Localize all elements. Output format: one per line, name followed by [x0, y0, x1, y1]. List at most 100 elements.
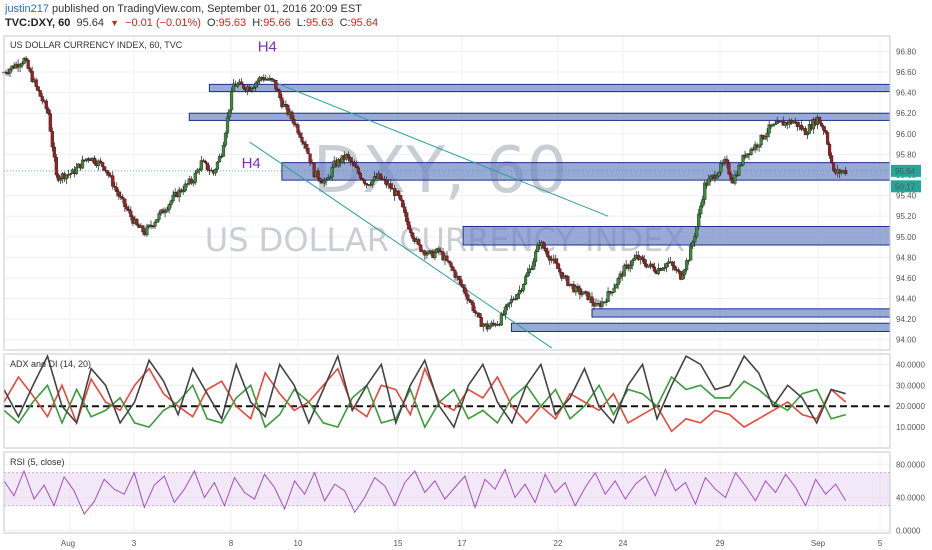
author-link[interactable]: justin217 [5, 3, 49, 15]
chart-canvas[interactable]: DXY, 60 US DOLLAR CURRENCY INDEX H4H4 US… [0, 34, 932, 550]
candle-body [322, 180, 326, 184]
candle-body [145, 226, 149, 236]
candle-body [515, 293, 520, 299]
candle-body [203, 161, 207, 164]
time-tick-label: 17 [458, 539, 467, 548]
candle-body [107, 172, 111, 176]
time-tick-label: 5 [878, 539, 883, 548]
candle-body [823, 130, 828, 133]
price-change: −0.01 (−0.01%) [125, 17, 201, 29]
candle-body [225, 116, 230, 134]
price-tick-label: 96.80 [896, 47, 917, 56]
price-tick-label: 95.40 [896, 192, 917, 201]
candle-body [403, 206, 407, 213]
candle-body [640, 256, 644, 260]
candle-body [8, 68, 12, 74]
candle-body [683, 269, 687, 276]
candle-body [699, 205, 703, 215]
support-resistance-zone [510, 322, 891, 332]
candle-body [227, 109, 232, 118]
candle-body [44, 100, 48, 110]
candle-body [348, 157, 352, 162]
candle-body [805, 133, 810, 136]
candle-body [256, 80, 260, 84]
candle-body [459, 279, 463, 285]
candle-body [205, 162, 209, 171]
last-price-label: 95.64 [895, 167, 916, 176]
candle-body [240, 81, 244, 85]
candle-body [411, 232, 415, 239]
price-tick-label: 96.60 [896, 68, 917, 77]
rsi-tick-label: 0.0000 [896, 527, 921, 536]
candle-body [832, 162, 836, 171]
candle-body [135, 218, 139, 226]
open-label: O: [206, 17, 219, 29]
h4-annotation[interactable]: H4 [258, 38, 277, 55]
candle-body [825, 132, 830, 145]
candle-body [451, 266, 455, 271]
candle-body [542, 241, 546, 249]
h4-annotation[interactable]: H4 [242, 155, 261, 172]
candle-body [215, 161, 220, 170]
candle-body [153, 222, 157, 227]
candle-body [717, 171, 721, 177]
candle-body [556, 262, 560, 269]
candle-body [290, 111, 294, 120]
candle-body [487, 326, 491, 330]
candle-body [378, 173, 383, 180]
candle-body [578, 287, 582, 295]
candle-body [354, 165, 358, 169]
support-resistance-zone [462, 225, 891, 246]
candle-body [125, 206, 129, 210]
price-tick-label: 94.20 [896, 315, 917, 324]
candle-body [401, 199, 405, 208]
candle-body [695, 226, 699, 237]
candle-body [308, 153, 312, 163]
candle-body [362, 179, 367, 184]
candle-body [646, 265, 650, 268]
adx-tick-label: 40.0000 [896, 360, 925, 369]
candle-body [242, 84, 246, 89]
candle-body [534, 251, 538, 262]
candle-body [622, 265, 626, 277]
candle-body [757, 144, 761, 148]
candle-body [499, 313, 503, 326]
symbol-label[interactable]: TVC:DXY, 60 [5, 17, 70, 29]
candle-body [46, 108, 50, 114]
candle-body [316, 170, 320, 179]
candle-body [821, 125, 826, 131]
candle-body [358, 172, 363, 179]
candle-body [840, 171, 844, 174]
rsi-band [4, 472, 890, 506]
price-tick-label: 95.20 [896, 212, 917, 221]
candle-body [471, 302, 475, 311]
candle-body [20, 63, 24, 66]
candle-body [827, 144, 832, 156]
candle-body [650, 263, 654, 268]
candle-body [576, 286, 580, 289]
candle-body [606, 291, 610, 302]
candle-body [26, 60, 30, 69]
price-tick-label: 95.80 [896, 150, 917, 159]
candle-body [676, 269, 681, 272]
time-tick-label: Aug [61, 539, 75, 548]
adx-pane-title: ADX and DI (14, 20) [10, 359, 91, 369]
candle-body [445, 255, 449, 261]
candle-body [715, 175, 719, 179]
candle-body [727, 163, 731, 175]
candle-body [409, 228, 413, 234]
candle-body [123, 198, 127, 208]
candle-body [417, 239, 421, 246]
adx-tick-label: 10.0000 [896, 423, 925, 432]
candle-body [155, 219, 159, 223]
candle-body [817, 116, 822, 124]
close-label: C: [339, 17, 351, 29]
candle-body [117, 191, 121, 197]
candle-body [292, 118, 296, 125]
candle-body [664, 263, 669, 268]
candle-body [531, 261, 536, 270]
candle-body [685, 260, 689, 271]
candle-body [630, 260, 634, 266]
price-tick-label: 94.00 [896, 336, 917, 345]
candle-body [111, 175, 115, 187]
